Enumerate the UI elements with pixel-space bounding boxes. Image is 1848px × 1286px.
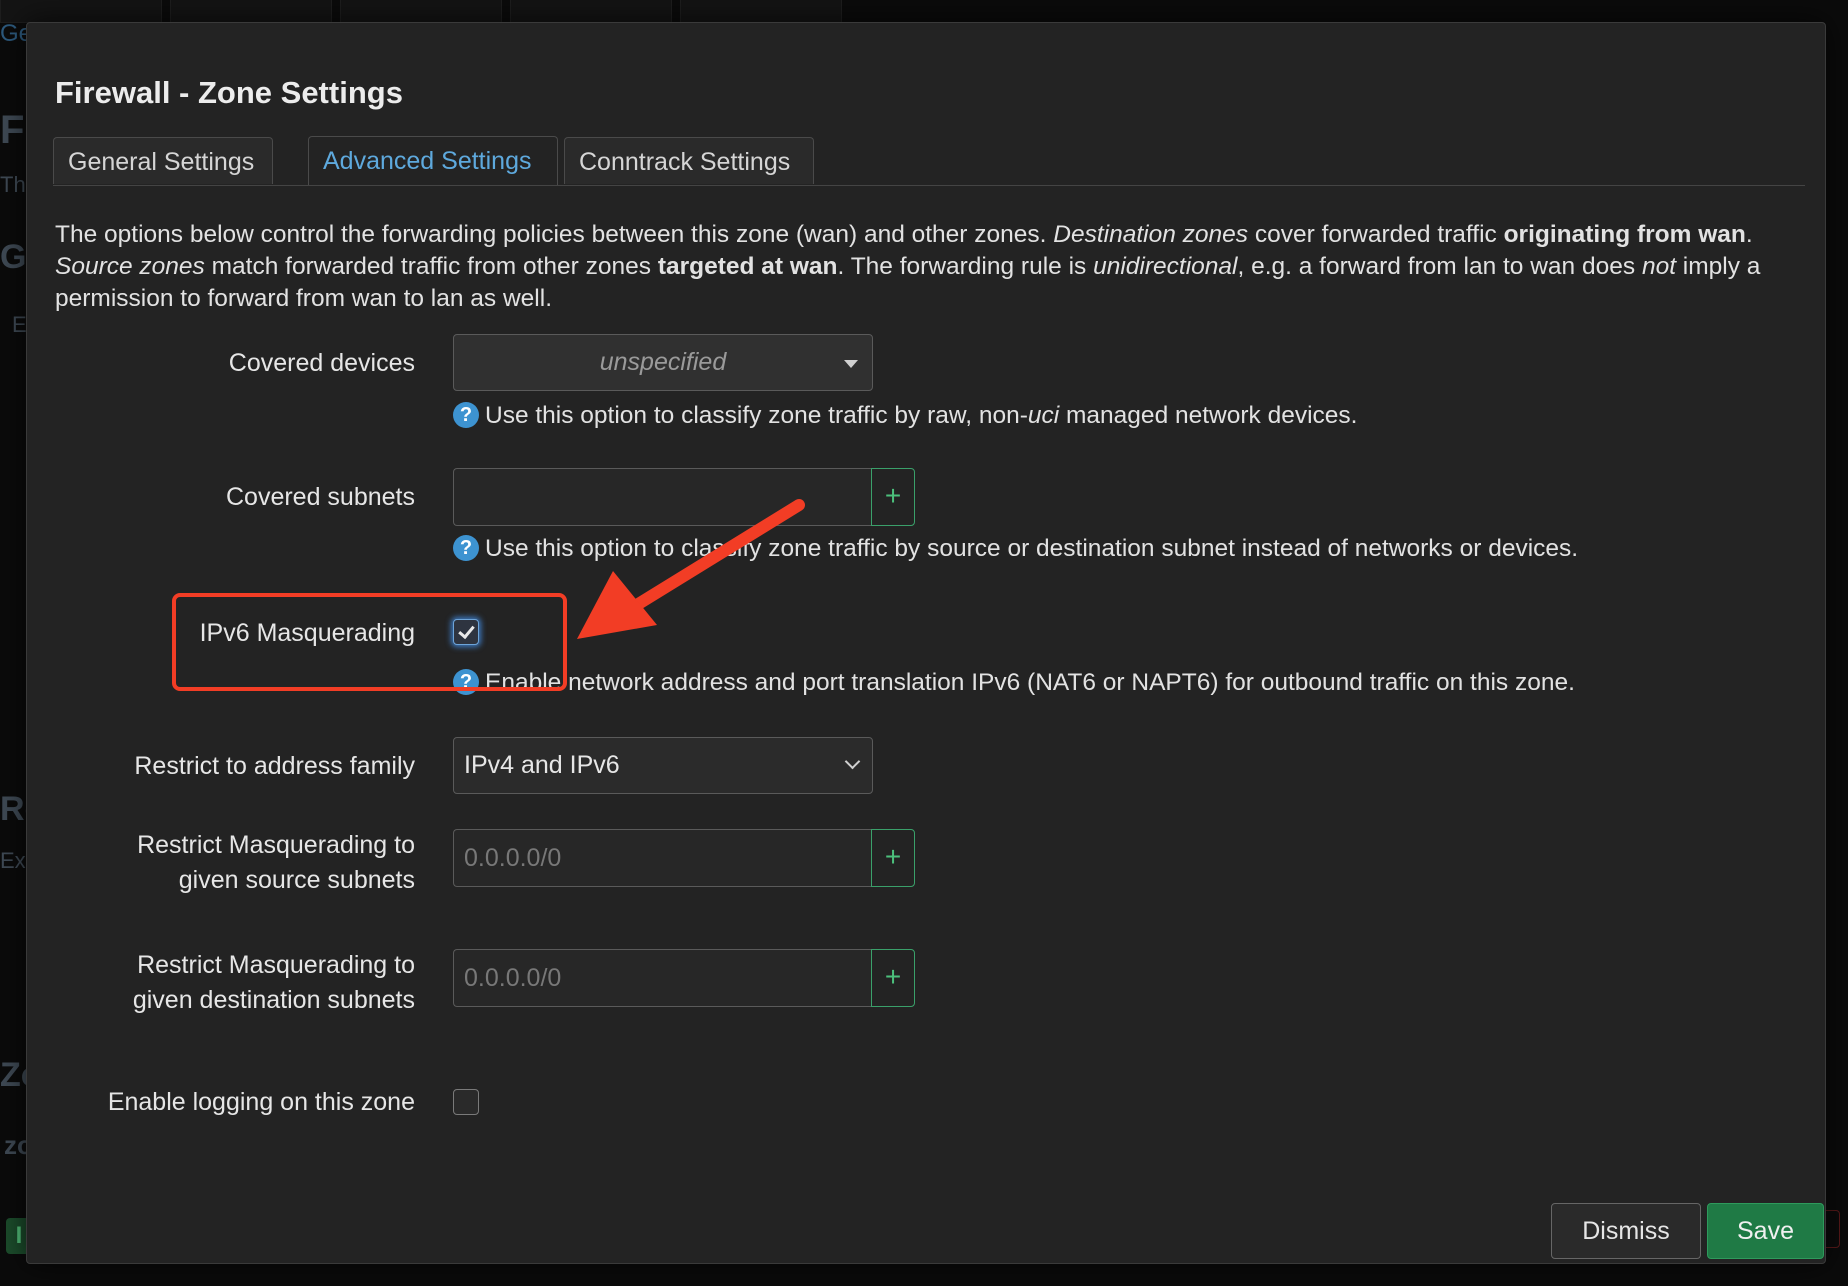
covered-devices-select[interactable]: unspecified [453, 334, 873, 391]
logging-checkbox[interactable] [453, 1089, 479, 1115]
annotation-arrow-icon [577, 499, 805, 639]
logging-label: Enable logging on this zone [107, 1088, 415, 1116]
label-line: given source subnets [178, 866, 415, 894]
description-text: , e.g. a forward from lan to wan does [1237, 253, 1642, 280]
help-text: uci [1027, 402, 1060, 429]
address-family-label: Restrict to address family [134, 752, 415, 780]
modal-title: Firewall - Zone Settings [55, 75, 403, 110]
help-icon: ? [453, 402, 479, 428]
forwarding-description: The options below control the forwarding… [55, 219, 1795, 315]
annotation-highlight-box [172, 593, 567, 691]
description-text: The options below control the forwarding… [55, 221, 1054, 248]
tab-general-settings[interactable]: General Settings [53, 137, 273, 184]
covered-devices-value: unspecified [599, 348, 727, 376]
ipv6-masquerading-help: ? Enable network address and port transla… [453, 668, 1575, 698]
chevron-down-icon [844, 753, 861, 770]
add-masq-destination-button[interactable]: + [871, 949, 915, 1007]
masq-source-group: + [453, 829, 915, 887]
masq-source-input[interactable] [453, 829, 871, 887]
add-masq-source-button[interactable]: + [871, 829, 915, 887]
description-text: not [1641, 253, 1676, 280]
help-icon: ? [453, 535, 479, 561]
covered-devices-help: ? Use this option to classify zone traffi… [453, 401, 1357, 431]
address-family-select[interactable]: IPv4 and IPv6 [453, 737, 873, 794]
masq-destination-group: + [453, 949, 915, 1007]
description-text: . The forwarding rule is [837, 253, 1094, 280]
background-tab [680, 0, 842, 23]
masq-source-label: Restrict Masquerading to given source su… [137, 828, 415, 898]
background-tab [340, 0, 502, 23]
masq-destination-label: Restrict Masquerading to given destinati… [133, 948, 415, 1018]
label-line: Restrict Masquerading to [137, 951, 415, 979]
save-button[interactable]: Save [1707, 1203, 1824, 1259]
caret-down-icon [844, 360, 858, 368]
description-text: targeted at wan [657, 253, 838, 280]
label-line: given destination subnets [132, 986, 415, 1014]
dismiss-button[interactable]: Dismiss [1551, 1203, 1701, 1259]
description-text: Source zones [55, 253, 205, 280]
tab-advanced-settings[interactable]: Advanced Settings [308, 136, 558, 185]
background-tab [170, 0, 332, 23]
label-line: Restrict Masquerading to [137, 831, 415, 859]
description-text: cover forwarded traffic [1248, 221, 1504, 248]
tab-bar: General Settings Advanced Settings Connt… [53, 136, 1805, 186]
description-text: originating from wan [1503, 221, 1746, 248]
description-text: match forwarded traffic from other zones [204, 253, 658, 280]
description-text: Destination zones [1053, 221, 1249, 248]
background-text: E [12, 312, 27, 337]
masq-destination-input[interactable] [453, 949, 871, 1007]
background-tab [510, 0, 672, 23]
background-tabs [0, 0, 870, 23]
address-family-value: IPv4 and IPv6 [464, 751, 620, 779]
covered-subnets-label: Covered subnets [225, 483, 415, 511]
help-text: Use this option to classify zone traffic… [485, 402, 1028, 429]
tab-conntrack-settings[interactable]: Conntrack Settings [564, 137, 814, 184]
covered-devices-label: Covered devices [228, 349, 415, 377]
zone-settings-modal: Firewall - Zone Settings General Setting… [26, 22, 1826, 1264]
add-covered-subnet-button[interactable]: + [871, 468, 915, 526]
description-text: unidirectional [1093, 253, 1238, 280]
help-text: managed network devices. [1059, 402, 1358, 429]
help-text: Enable network address and port translat… [485, 669, 1575, 696]
description-text: . [1745, 221, 1753, 248]
